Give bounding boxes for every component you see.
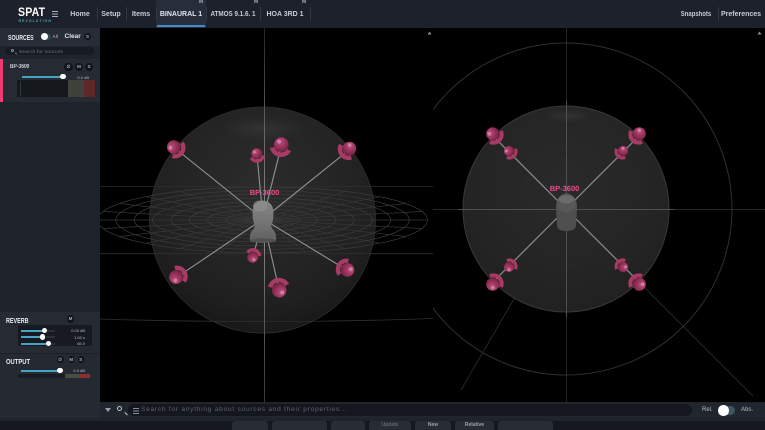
svg-text:BP-3600: BP-3600 (550, 184, 580, 193)
svg-text:BP-3600: BP-3600 (250, 188, 280, 197)
